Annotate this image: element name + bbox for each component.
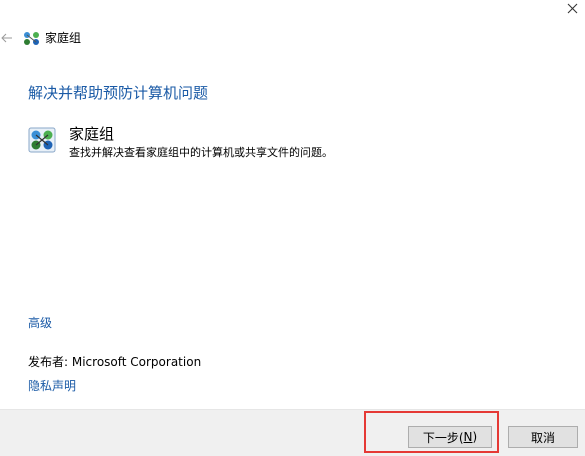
window-title: 家庭组: [45, 31, 82, 45]
item-description: 查找并解决查看家庭组中的计算机或共享文件的问题。: [69, 146, 333, 159]
troubleshooter-window: 家庭组 解决并帮助预防计算机问题 家庭组 查找并解决查看家庭组中的计算机或共享文…: [0, 0, 585, 456]
next-button[interactable]: 下一步(N): [408, 426, 492, 448]
next-label-prefix: 下一步(: [422, 430, 464, 445]
close-icon: [567, 3, 578, 13]
publisher-text: 发布者: Microsoft Corporation: [28, 355, 202, 369]
back-arrow-icon: [1, 33, 12, 43]
troubleshooter-item: 家庭组 查找并解决查看家庭组中的计算机或共享文件的问题。: [28, 124, 548, 164]
homegroup-icon: [28, 127, 56, 153]
footer-bar: 下一步(N) 取消: [0, 409, 585, 456]
cancel-button[interactable]: 取消: [508, 426, 578, 448]
close-button[interactable]: [560, 0, 585, 16]
page-heading: 解决并帮助预防计算机问题: [28, 84, 209, 102]
next-label-suffix: ): [472, 430, 478, 444]
privacy-statement-link[interactable]: 隐私声明: [28, 378, 76, 394]
back-button[interactable]: [0, 31, 14, 45]
advanced-link[interactable]: 高级: [28, 315, 52, 331]
homegroup-icon: [23, 31, 40, 46]
item-title: 家庭组: [69, 125, 115, 143]
next-label-accel: N: [463, 430, 473, 444]
